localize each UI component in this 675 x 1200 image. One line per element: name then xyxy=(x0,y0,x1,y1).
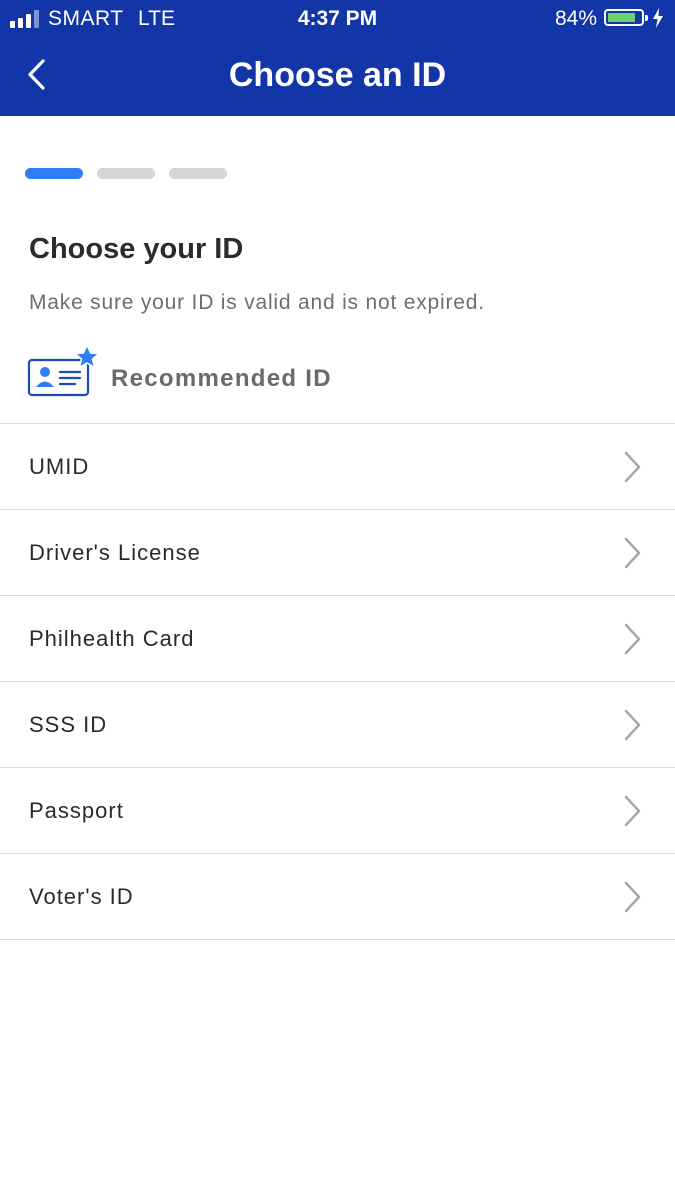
id-option-label: Philhealth Card xyxy=(29,626,195,651)
progress-step-2 xyxy=(97,168,155,179)
status-bar: SMART LTE 4:37 PM 84% xyxy=(0,0,675,38)
id-option-passport[interactable]: Passport xyxy=(0,768,675,854)
id-option-label: Passport xyxy=(29,798,124,823)
charging-bolt-icon xyxy=(653,8,663,28)
battery-icon xyxy=(604,9,648,26)
id-options-list: UMID Driver's License Philhealth Card SS… xyxy=(0,423,675,940)
id-option-drivers-license[interactable]: Driver's License xyxy=(0,510,675,596)
page-title: Choose an ID xyxy=(228,56,447,94)
chevron-right-icon xyxy=(624,881,641,913)
id-option-label: SSS ID xyxy=(29,712,108,737)
section-subtitle: Make sure your ID is valid and is not ex… xyxy=(29,291,485,314)
app-header: SMART LTE 4:37 PM 84% Choose an ID xyxy=(0,0,675,116)
section-heading: Choose your ID xyxy=(29,233,244,265)
progress-step-3 xyxy=(169,168,227,179)
id-option-sss-id[interactable]: SSS ID xyxy=(0,682,675,768)
id-option-label: UMID xyxy=(29,454,90,479)
id-option-label: Voter's ID xyxy=(29,884,134,909)
chevron-right-icon xyxy=(624,537,641,569)
chevron-right-icon xyxy=(624,795,641,827)
chevron-right-icon xyxy=(624,623,641,655)
battery-percentage: 84% xyxy=(554,7,597,30)
recommended-id-label: Recommended ID xyxy=(111,365,332,392)
progress-step-1 xyxy=(25,168,83,179)
progress-stepper xyxy=(25,168,227,179)
id-option-label: Driver's License xyxy=(29,540,201,565)
chevron-right-icon xyxy=(624,451,641,483)
id-option-voters-id[interactable]: Voter's ID xyxy=(0,854,675,940)
id-option-umid[interactable]: UMID xyxy=(0,424,675,510)
chevron-right-icon xyxy=(624,709,641,741)
id-card-star-icon xyxy=(27,344,101,397)
id-option-philhealth-card[interactable]: Philhealth Card xyxy=(0,596,675,682)
